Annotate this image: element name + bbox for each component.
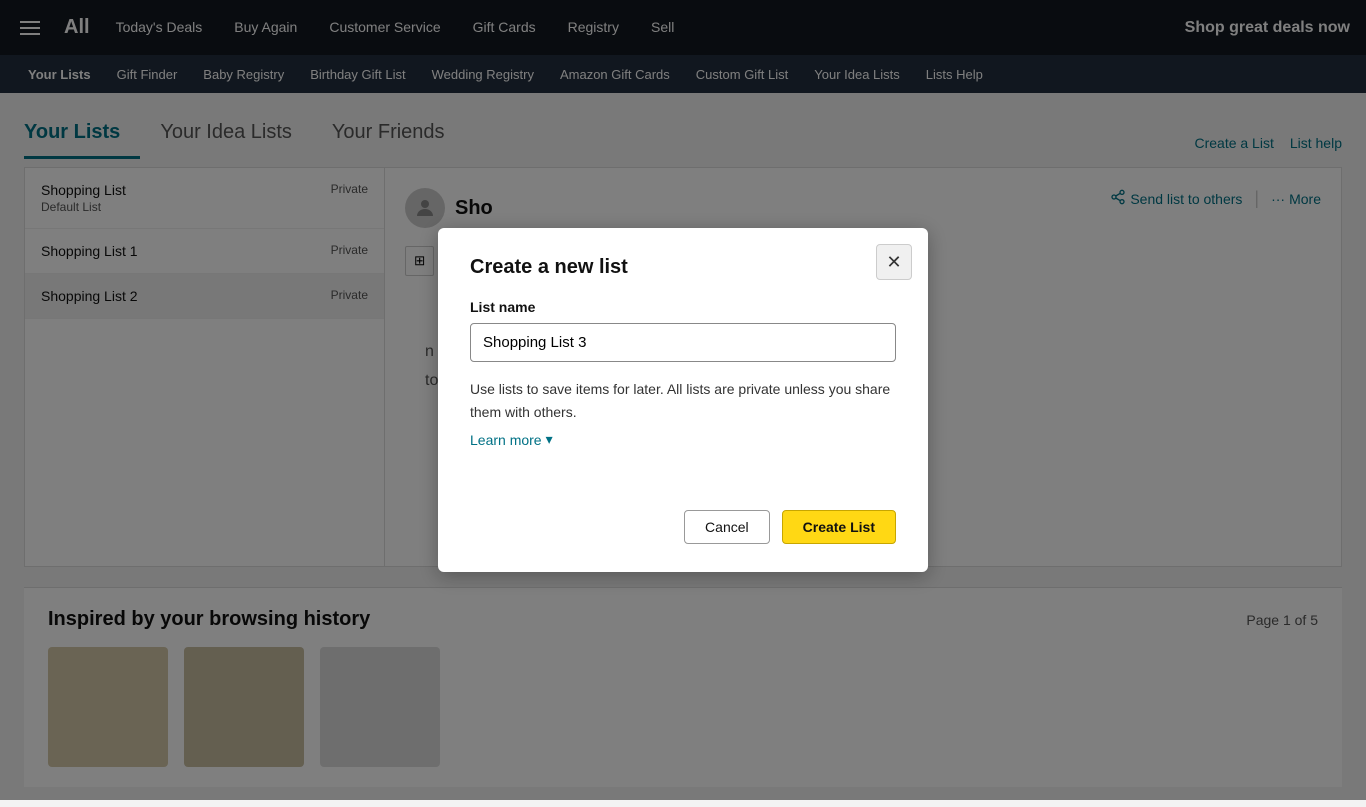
modal-overlay[interactable]: ✕ Create a new list List name Use lists … (0, 0, 1366, 800)
list-name-input[interactable] (470, 323, 896, 362)
modal-description: Use lists to save items for later. All l… (470, 378, 896, 423)
modal-title: Create a new list (470, 256, 896, 279)
modal-footer: Cancel Create List (470, 510, 896, 544)
create-list-button[interactable]: Create List (782, 510, 896, 544)
list-name-label: List name (470, 299, 896, 315)
cancel-button[interactable]: Cancel (684, 510, 770, 544)
learn-more-label: Learn more (470, 432, 542, 448)
chevron-down-icon: ▾ (546, 431, 553, 448)
modal-close-button[interactable]: ✕ (876, 244, 912, 280)
create-list-modal: ✕ Create a new list List name Use lists … (438, 228, 928, 571)
learn-more-link[interactable]: Learn more ▾ (470, 431, 553, 448)
